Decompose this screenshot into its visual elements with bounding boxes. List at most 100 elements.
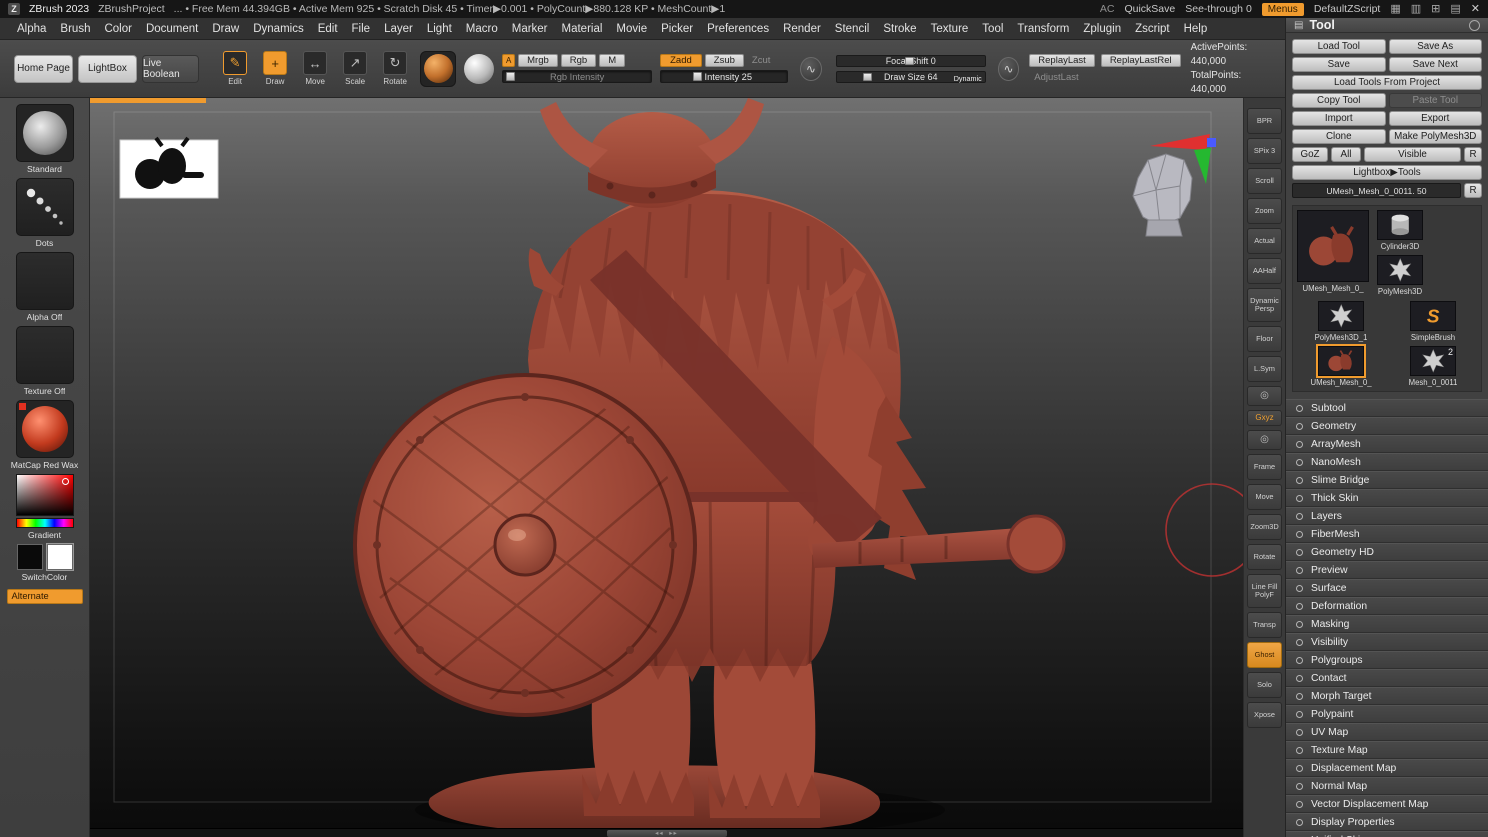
color-cursor[interactable] bbox=[62, 478, 69, 485]
see-through-slider[interactable]: See-through 0 bbox=[1185, 3, 1252, 15]
shelf-button[interactable]: Zoom bbox=[1247, 198, 1282, 224]
viking-sculpture[interactable] bbox=[355, 98, 1064, 836]
shelf-button[interactable]: Move bbox=[1247, 484, 1282, 510]
slider-handle[interactable] bbox=[905, 57, 914, 65]
stroke-settings-icon[interactable]: ∿ bbox=[998, 57, 1020, 81]
save-next-button[interactable]: Save Next bbox=[1389, 57, 1483, 72]
menu-item[interactable]: Picker bbox=[654, 20, 700, 38]
shelf-button[interactable]: Solo bbox=[1247, 672, 1282, 698]
shelf-button[interactable] bbox=[1247, 430, 1282, 450]
current-color-button[interactable] bbox=[464, 54, 494, 84]
tool-subpalette[interactable]: Morph Target bbox=[1286, 687, 1488, 705]
tool-subpalette[interactable]: Polygroups bbox=[1286, 651, 1488, 669]
menu-item[interactable]: Zscript bbox=[1128, 20, 1177, 38]
hue-bar[interactable] bbox=[16, 518, 74, 528]
tool-thumb[interactable]: S SimpleBrush bbox=[1410, 301, 1456, 342]
load-tools-from-project-button[interactable]: Load Tools From Project bbox=[1292, 75, 1482, 90]
tool-subpalette[interactable]: Surface bbox=[1286, 579, 1488, 597]
draw-mode-button[interactable]: + Draw bbox=[260, 51, 290, 86]
mrgb-button[interactable]: Mrgb bbox=[518, 54, 558, 67]
close-icon[interactable]: ✕ bbox=[1471, 4, 1480, 15]
menu-item[interactable]: Brush bbox=[53, 20, 97, 38]
rgb-intensity-slider[interactable]: Rgb Intensity bbox=[502, 70, 652, 83]
brush-selector[interactable]: Standard bbox=[16, 104, 74, 174]
tool-subpalette[interactable]: Slime Bridge bbox=[1286, 471, 1488, 489]
save-button[interactable]: Save bbox=[1292, 57, 1386, 72]
zsub-button[interactable]: Zsub bbox=[705, 54, 744, 67]
tool-subpalette[interactable]: ArrayMesh bbox=[1286, 435, 1488, 453]
draw-size-slider[interactable]: Draw Size 64 Dynamic bbox=[836, 71, 986, 83]
shelf-button[interactable]: Rotate bbox=[1247, 544, 1282, 570]
lightbox-tools-button[interactable]: Lightbox▶Tools bbox=[1292, 165, 1482, 180]
menu-item[interactable]: Render bbox=[776, 20, 828, 38]
menu-item[interactable]: Texture bbox=[924, 20, 976, 38]
shelf-button[interactable]: Ghost bbox=[1247, 642, 1282, 668]
tool-subpalette[interactable]: Displacement Map bbox=[1286, 759, 1488, 777]
slider-handle[interactable] bbox=[506, 72, 515, 81]
slider-handle[interactable] bbox=[863, 73, 872, 81]
menu-item[interactable]: Macro bbox=[459, 20, 505, 38]
tool-thumb[interactable]: S Cylinder3D bbox=[1377, 210, 1423, 251]
current-tool-preview[interactable] bbox=[1297, 210, 1369, 282]
export-button[interactable]: Export bbox=[1389, 111, 1483, 126]
material-thumbnail[interactable] bbox=[16, 400, 74, 458]
shelf-button[interactable]: SPix 3 bbox=[1247, 138, 1282, 164]
stroke-thumbnail[interactable] bbox=[16, 178, 74, 236]
texture-selector[interactable]: Texture Off bbox=[16, 326, 74, 396]
tool-subpalette[interactable]: NanoMesh bbox=[1286, 453, 1488, 471]
tool-thumb[interactable]: 2 S bbox=[1409, 346, 1458, 387]
viewport-canvas[interactable] bbox=[90, 98, 1243, 837]
split-view-icon[interactable]: ⊞ bbox=[1431, 4, 1440, 15]
tool-subpalette[interactable]: Subtool bbox=[1286, 399, 1488, 417]
goz-r-button[interactable]: R bbox=[1464, 147, 1482, 162]
menu-item[interactable]: Marker bbox=[505, 20, 555, 38]
interface-icon[interactable]: ▤ bbox=[1450, 4, 1460, 15]
menu-item[interactable]: File bbox=[345, 20, 378, 38]
tool-subpalette[interactable]: Geometry HD bbox=[1286, 543, 1488, 561]
menu-item[interactable]: Material bbox=[555, 20, 610, 38]
tool-subpalette[interactable]: Thick Skin bbox=[1286, 489, 1488, 507]
move-mode-button[interactable]: ↔ Move bbox=[300, 51, 330, 86]
tool-subpalette[interactable]: Display Properties bbox=[1286, 813, 1488, 831]
tool-subpalette[interactable]: Polypaint bbox=[1286, 705, 1488, 723]
alternate-button[interactable]: Alternate bbox=[7, 589, 83, 604]
zcut-button[interactable]: Zcut bbox=[747, 54, 775, 67]
shelf-button[interactable] bbox=[1247, 386, 1282, 406]
live-boolean-button[interactable]: Live Boolean bbox=[142, 55, 199, 83]
layout-grid-icon[interactable]: ▦ bbox=[1390, 4, 1400, 15]
focal-shift-slider[interactable]: Focal Shift 0 bbox=[836, 55, 986, 67]
z-intensity-slider[interactable]: Z Intensity 25 bbox=[660, 70, 788, 83]
tool-subpalette[interactable]: FiberMesh bbox=[1286, 525, 1488, 543]
shelf-button[interactable]: Transp bbox=[1247, 612, 1282, 638]
menu-item[interactable]: Dynamics bbox=[246, 20, 310, 38]
zadd-button[interactable]: Zadd bbox=[660, 54, 702, 67]
slider-handle[interactable] bbox=[693, 72, 702, 81]
tool-subpalette[interactable]: Visibility bbox=[1286, 633, 1488, 651]
replay-last-rel-button[interactable]: ReplayLastRel bbox=[1101, 54, 1181, 67]
shelf-button[interactable]: Frame bbox=[1247, 454, 1282, 480]
main-color-swatch[interactable] bbox=[17, 544, 43, 570]
menu-item[interactable]: Stencil bbox=[828, 20, 877, 38]
alpha-thumbnail[interactable] bbox=[16, 252, 74, 310]
dynamic-mode-toggle[interactable]: Dynamic bbox=[954, 74, 982, 83]
shelf-button[interactable]: Gxyz bbox=[1247, 410, 1282, 426]
color-picker[interactable]: Gradient bbox=[16, 474, 74, 540]
quicksave-button[interactable]: QuickSave bbox=[1124, 3, 1175, 15]
paint-all-button[interactable]: A bbox=[502, 54, 515, 67]
menu-item[interactable]: Preferences bbox=[700, 20, 776, 38]
saturation-value-picker[interactable] bbox=[16, 474, 74, 516]
make-polymesh3d-button[interactable]: Make PolyMesh3D bbox=[1389, 129, 1483, 144]
menu-item[interactable]: Light bbox=[420, 20, 459, 38]
tool-name-r-button[interactable]: R bbox=[1464, 183, 1482, 198]
tool-thumb[interactable]: S PolyMesh3D_1 bbox=[1315, 301, 1368, 342]
panels-icon[interactable]: ▥ bbox=[1411, 4, 1421, 15]
edit-mode-button[interactable]: ✎ Edit bbox=[220, 51, 250, 86]
home-page-button[interactable]: Home Page bbox=[14, 55, 73, 83]
shelf-button[interactable]: Zoom3D bbox=[1247, 514, 1282, 540]
shelf-button[interactable]: Scroll bbox=[1247, 168, 1282, 194]
palette-circle-icon[interactable] bbox=[1469, 20, 1480, 31]
goz-all-button[interactable]: All bbox=[1331, 147, 1361, 162]
default-zscript-button[interactable]: DefaultZScript bbox=[1314, 3, 1381, 15]
tool-subpalette[interactable]: UV Map bbox=[1286, 723, 1488, 741]
tool-subpalette[interactable]: Layers bbox=[1286, 507, 1488, 525]
